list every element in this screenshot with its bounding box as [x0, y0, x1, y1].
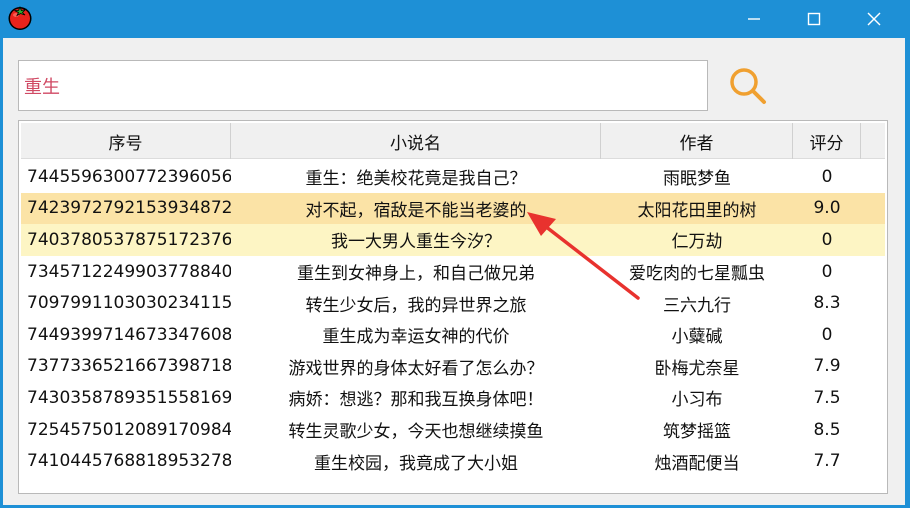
cell-title: 游戏世界的身体太好看了怎么办？ — [288, 358, 544, 379]
column-header-author[interactable]: 作者 — [601, 123, 793, 159]
table-row[interactable]: 7430358789351558169 病娇：想逃？那和我互换身体吧！ 小习布 7.5 — [21, 382, 885, 414]
cell-id: 7410445768818953278 — [27, 451, 231, 472]
search-icon — [730, 68, 766, 104]
cell-score: 0 — [821, 261, 833, 282]
column-header-id[interactable]: 序号 — [21, 123, 231, 159]
cell-score: 7.7 — [813, 451, 841, 472]
cell-author: 太阳花田里的树 — [637, 200, 757, 221]
cell-id: 7345712249903778840 — [27, 261, 231, 282]
app-window: 序号 小说名 作者 评分 7445596300772396056 重生：绝美校花竟… — [0, 0, 910, 508]
cell-author: 小习布 — [671, 390, 723, 411]
cell-author: 爱吃肉的七星瓢虫 — [629, 264, 765, 285]
table-row[interactable]: 7445596300772396056 重生：绝美校花竟是我自己？ 雨眠梦鱼 0 — [21, 161, 885, 193]
cell-author: 仁万劫 — [671, 232, 723, 253]
column-header-score[interactable]: 评分 — [793, 123, 861, 159]
cell-id: 7254575012089170984 — [27, 419, 231, 440]
cell-author: 烛酒配便当 — [654, 453, 740, 474]
cell-title: 对不起，宿敌是不能当老婆的 — [305, 200, 527, 221]
table-row[interactable]: 7377336521667398718 游戏世界的身体太好看了怎么办？ 卧梅尤奈星 7… — [21, 351, 885, 383]
maximize-icon — [807, 12, 821, 26]
column-header-title[interactable]: 小说名 — [231, 123, 601, 159]
cell-author: 筑梦摇篮 — [663, 422, 731, 443]
cell-title: 我一大男人重生今汐？ — [331, 232, 501, 253]
table-header: 序号 小说名 作者 评分 — [21, 123, 885, 159]
results-table[interactable]: 序号 小说名 作者 评分 7445596300772396056 重生：绝美校花竟… — [18, 120, 888, 494]
cell-title: 转生少女后，我的异世界之旅 — [305, 295, 527, 316]
table-row[interactable]: 7423972792153934872 对不起，宿敌是不能当老婆的 太阳花田里的树 9… — [21, 192, 885, 225]
cell-author: 三六九行 — [663, 295, 731, 316]
cell-score: 8.3 — [813, 293, 841, 314]
cell-score: 0 — [821, 229, 833, 250]
cell-id: 7449399714673347608 — [27, 324, 231, 345]
cell-id: 7423972792153934872 — [27, 198, 231, 219]
cell-id: 7097991103030234115 — [27, 293, 231, 314]
cell-score: 7.9 — [813, 356, 841, 377]
minimize-button[interactable] — [724, 0, 784, 38]
cell-score: 7.5 — [813, 387, 841, 408]
client-area: 序号 小说名 作者 评分 7445596300772396056 重生：绝美校花竟… — [3, 38, 905, 505]
table-row[interactable]: 7254575012089170984 转生灵歌少女，今天也想继续摸鱼 筑梦摇篮 8.… — [21, 414, 885, 446]
cell-id: 7445596300772396056 — [27, 166, 231, 187]
cell-title: 病娇：想逃？那和我互换身体吧！ — [288, 390, 544, 411]
cell-author: 小糵碱 — [671, 327, 723, 348]
cell-id: 7377336521667398718 — [27, 356, 231, 377]
maximize-button[interactable] — [784, 0, 844, 38]
cell-title: 重生校园，我竟成了大小姐 — [314, 453, 518, 474]
table-row[interactable]: 7345712249903778840 重生到女神身上，和自己做兄弟 爱吃肉的七星瓢… — [21, 256, 885, 288]
cell-score: 0 — [821, 166, 833, 187]
title-bar[interactable] — [0, 0, 910, 38]
table-row[interactable]: 7410445768818953278 重生校园，我竟成了大小姐 烛酒配便当 7.7 — [21, 445, 885, 477]
minimize-icon — [748, 18, 760, 20]
cell-id: 7430358789351558169 — [27, 387, 231, 408]
cell-author: 卧梅尤奈星 — [654, 358, 740, 379]
close-button[interactable] — [844, 0, 904, 38]
cell-title: 重生：绝美校花竟是我自己？ — [305, 169, 527, 190]
table-row[interactable]: 7097991103030234115 转生少女后，我的异世界之旅 三六九行 8.3 — [21, 287, 885, 319]
cell-title: 重生成为幸运女神的代价 — [322, 327, 510, 348]
tomato-icon — [8, 5, 32, 30]
table-row[interactable]: 7403780537875172376 我一大男人重生今汐？ 仁万劫 0 — [21, 224, 885, 256]
cell-score: 0 — [821, 324, 833, 345]
search-box[interactable] — [18, 60, 708, 111]
cell-author: 雨眠梦鱼 — [663, 169, 731, 190]
search-input[interactable] — [24, 61, 707, 110]
cell-title: 重生到女神身上，和自己做兄弟 — [297, 264, 535, 285]
cell-id: 7403780537875172376 — [27, 229, 231, 250]
cell-score: 9.0 — [813, 198, 841, 219]
search-button[interactable] — [726, 64, 770, 108]
table-row[interactable]: 7449399714673347608 重生成为幸运女神的代价 小糵碱 0 — [21, 319, 885, 351]
cell-title: 转生灵歌少女，今天也想继续摸鱼 — [288, 422, 544, 443]
cell-score: 8.5 — [813, 419, 841, 440]
close-icon — [867, 12, 881, 26]
